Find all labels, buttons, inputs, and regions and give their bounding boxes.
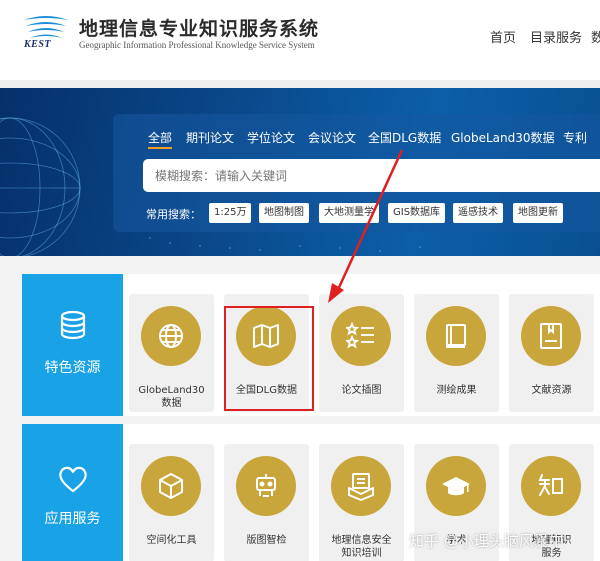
tab-all[interactable]: 全部 [148,129,172,146]
star-list-icon [346,321,374,349]
database-icon [60,310,86,340]
globe-icon [159,324,183,348]
nav-home[interactable]: 首页 [490,27,516,46]
search-input[interactable] [155,166,575,186]
tab-conference[interactable]: 会议论文 [308,129,356,146]
nav-data[interactable]: 数 [591,27,600,46]
site-title[interactable]: 地理信息专业知识服务系统 [79,14,319,41]
robot-icon [256,474,276,497]
card-spatial-tools[interactable]: 空间化工具 [129,444,214,561]
graduation-cap-icon [442,477,470,496]
card-label-survey-results: 测绘成果 [436,385,477,396]
tab-active-indicator [148,147,172,149]
site-header: KEST 地理信息专业知识服务系统 Geographic Information… [0,0,600,80]
document-icon [540,323,562,349]
application-services-tab[interactable]: 应用服务 [22,424,123,561]
card-label-map-check: 版图智检 [246,535,287,546]
cube-icon [159,473,183,499]
common-search-label: 常用搜索： [146,208,201,221]
logo-text: KEST [24,39,52,50]
card-literature[interactable]: 文献资源 [509,294,594,412]
site-subtitle: Geographic Information Professional Know… [79,40,315,50]
card-label-literature: 文献资源 [531,385,572,396]
featured-resources-label: 特色资源 [44,360,101,376]
card-globeland30[interactable]: GlobeLand30 数据 [129,294,214,412]
reader-icon [348,473,374,501]
featured-resources-tab[interactable]: 特色资源 [22,274,123,416]
card-label-security-training: 地理信息安全 知识培训 [331,535,392,559]
tab-journal[interactable]: 期刊论文 [186,129,234,146]
card-paper-figures[interactable]: 论文插图 [319,294,404,412]
card-survey-results[interactable]: 测绘成果 [414,294,499,412]
tab-globeland30[interactable]: GlobeLand30数据 [451,129,555,146]
book-icon [446,324,466,348]
card-map-check[interactable]: 版图智检 [224,444,309,561]
highlight-box [224,306,314,411]
chip-250k[interactable]: 1:25万 [209,203,252,223]
application-services-label: 应用服务 [44,511,101,527]
nav-catalog[interactable]: 目录服务 [530,27,582,46]
zhi-icon [538,474,563,496]
card-security-training[interactable]: 地理信息安全 知识培训 [319,444,404,561]
watermark: 知乎 @小理头脑风暴中 [409,532,564,550]
chip-map-update[interactable]: 地图更新 [513,203,563,223]
heart-icon [59,466,87,493]
card-label-paper-figures: 论文插图 [341,385,382,396]
tab-dlg[interactable]: 全国DLG数据 [368,129,441,146]
chip-remote-sensing[interactable]: 遥感技术 [453,203,503,223]
search-box[interactable] [143,159,600,192]
chip-geodesy[interactable]: 大地测量学 [319,203,379,223]
header-divider [0,80,600,88]
chip-gis-database[interactable]: GIS数据库 [388,203,446,223]
card-label-globeland30: GlobeLand30 数据 [138,385,205,409]
tab-patent[interactable]: 专利 [563,129,587,146]
tab-thesis[interactable]: 学位论文 [247,129,295,146]
chip-cartography[interactable]: 地图制图 [259,203,309,223]
card-label-spatial-tools: 空间化工具 [146,535,197,546]
